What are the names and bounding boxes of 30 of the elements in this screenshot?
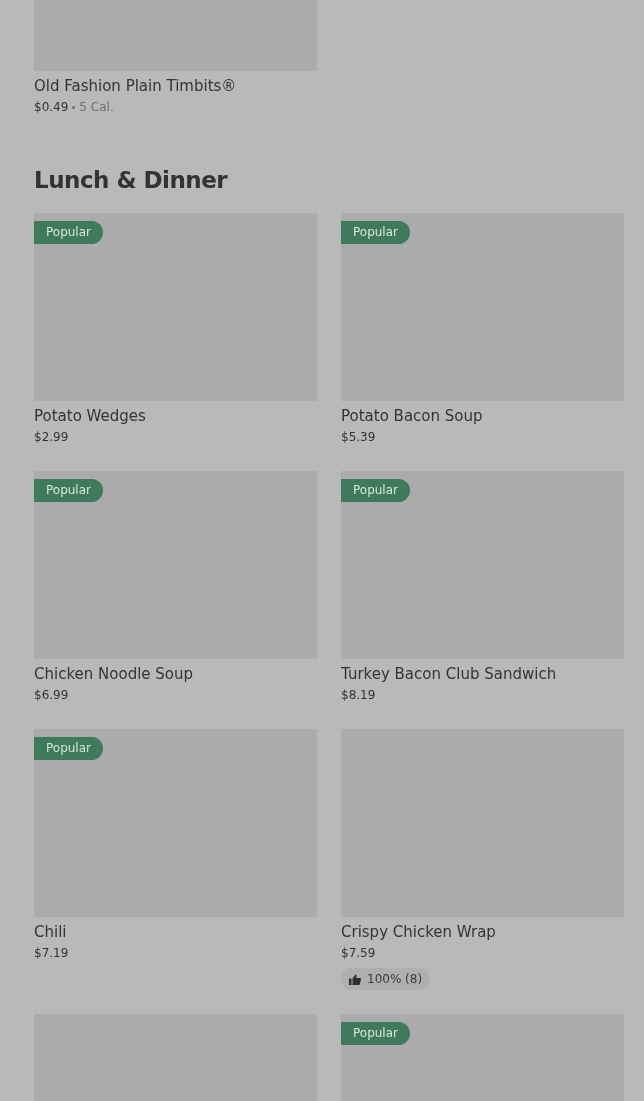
section-heading: Lunch & Dinner <box>34 166 229 195</box>
item-price: $8.19 <box>341 687 377 704</box>
item-name: Crispy Chicken Wrap <box>341 922 497 943</box>
item-price: $0.49 <box>34 99 69 116</box>
image-placeholder[interactable] <box>34 729 317 917</box>
image-placeholder[interactable] <box>341 213 624 401</box>
item-name: Old Fashion Plain Timbits® <box>34 76 238 97</box>
popular-badge: Popular <box>341 1022 410 1045</box>
image-placeholder[interactable] <box>34 471 317 659</box>
popular-badge: Popular <box>34 221 103 244</box>
item-name: Potato Bacon Soup <box>341 406 484 427</box>
popular-badge: Popular <box>341 479 410 502</box>
item-price: $6.99 <box>34 687 70 704</box>
item-price: $5.39 <box>341 429 377 446</box>
item-price: $7.59 <box>341 945 377 962</box>
item-name: Potato Wedges <box>34 406 147 427</box>
item-price: $7.19 <box>34 945 70 962</box>
item-calories: 5 Cal. <box>79 100 114 114</box>
popular-badge: Popular <box>34 479 103 502</box>
item-name: Chicken Noodle Soup <box>34 664 195 685</box>
image-placeholder[interactable] <box>341 471 624 659</box>
image-placeholder[interactable] <box>34 213 317 401</box>
popular-badge: Popular <box>341 221 410 244</box>
item-price: $2.99 <box>34 429 70 446</box>
item-name: Chili <box>34 922 68 943</box>
thumbs-up-icon <box>349 973 361 985</box>
rating-badge: 100% (8) <box>341 968 431 990</box>
popular-badge: Popular <box>34 737 103 760</box>
separator-dot <box>72 105 76 109</box>
item-name: Turkey Bacon Club Sandwich <box>341 664 558 685</box>
